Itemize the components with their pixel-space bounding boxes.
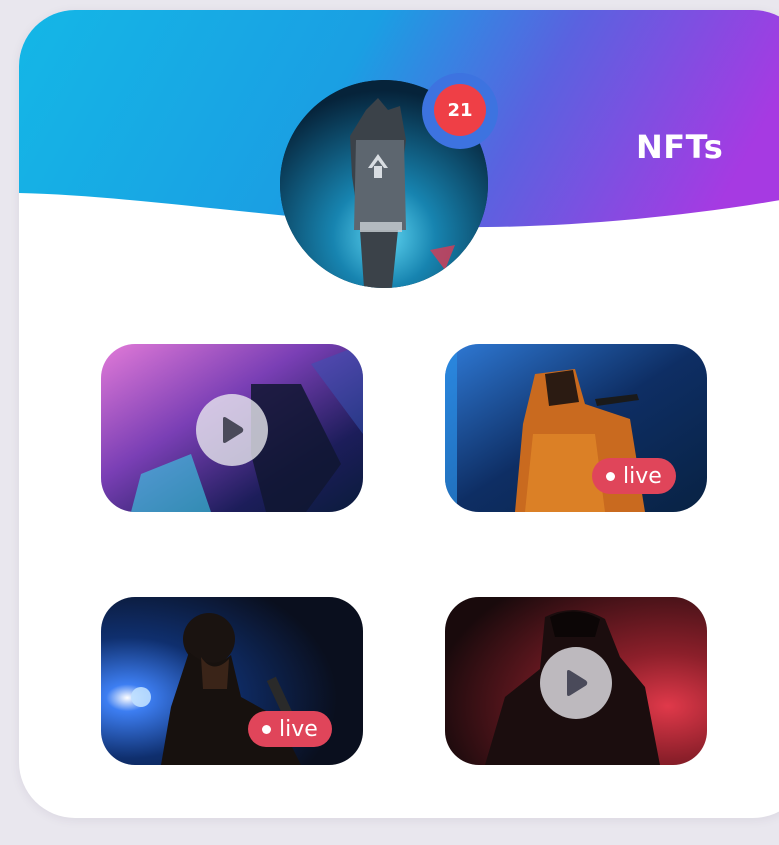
play-icon bbox=[567, 670, 588, 696]
live-label: live bbox=[279, 716, 318, 742]
nft-tile-live-2[interactable]: live bbox=[101, 597, 363, 765]
live-badge: live bbox=[592, 458, 676, 494]
page-title: NFTs bbox=[636, 128, 724, 166]
live-label: live bbox=[623, 463, 662, 489]
play-button[interactable] bbox=[540, 647, 612, 719]
live-badge: live bbox=[248, 711, 332, 747]
nft-tile-video-2[interactable] bbox=[445, 597, 707, 765]
play-icon bbox=[223, 417, 244, 443]
notification-count-badge[interactable]: 21 bbox=[434, 84, 486, 136]
live-dot-icon bbox=[262, 724, 271, 734]
nft-tile-video-1[interactable] bbox=[101, 344, 363, 512]
live-dot-icon bbox=[606, 471, 615, 481]
nft-tile-live-1[interactable]: live bbox=[445, 344, 707, 512]
play-button[interactable] bbox=[196, 394, 268, 466]
